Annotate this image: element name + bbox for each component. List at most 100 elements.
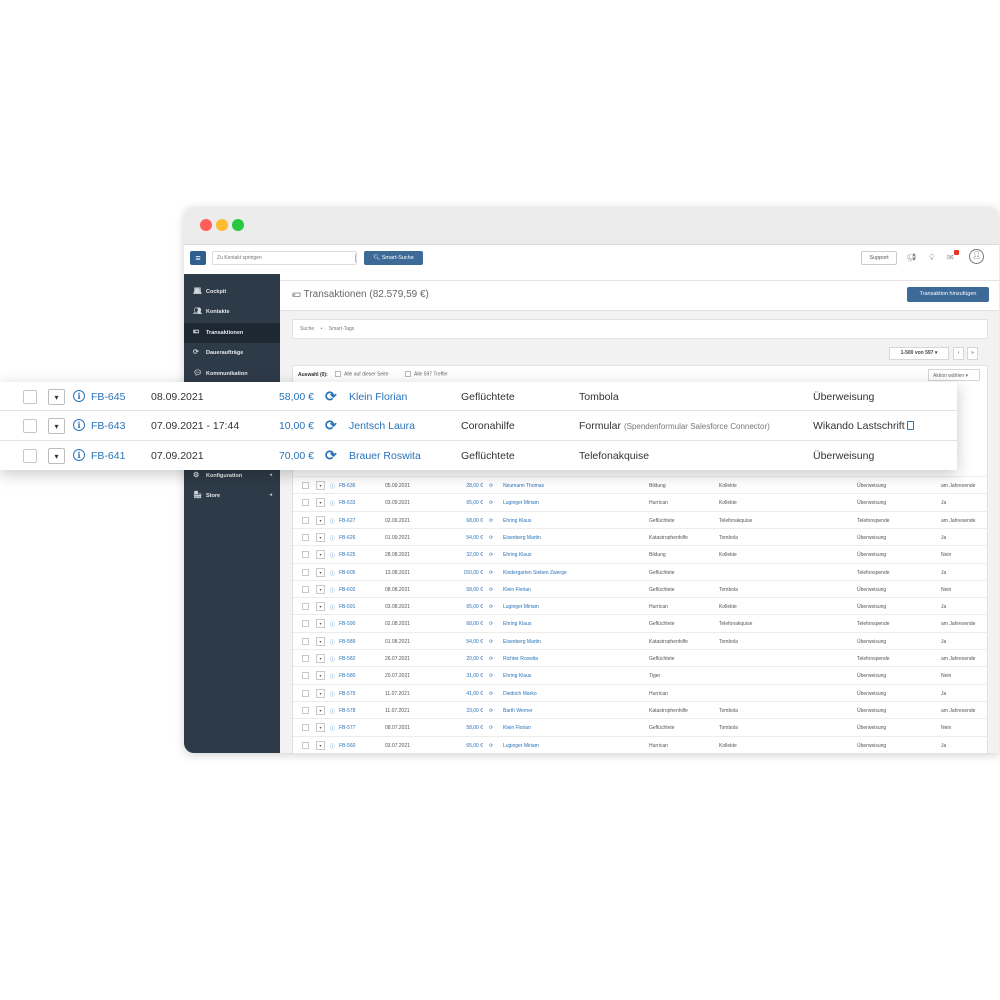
transaction-id-link[interactable]: FB-626 [339, 535, 355, 541]
sidebar-item-cockpit[interactable]: 💻︎ Cockpit [184, 282, 280, 302]
info-icon[interactable]: ⓘ [330, 552, 335, 559]
row-dropdown-button[interactable]: ▾ [316, 584, 325, 594]
row-checkbox[interactable] [302, 724, 309, 732]
select-page-checkbox[interactable]: Alle auf dieser Seite [335, 371, 388, 377]
transaction-id-link[interactable]: FB-577 [339, 725, 355, 731]
select-all-checkbox[interactable]: Alle 597 Treffer [405, 371, 448, 377]
transaction-id-link[interactable]: FB-643 [91, 420, 125, 432]
contact-name-link[interactable]: Ehring Klaus [503, 621, 531, 627]
table-row[interactable]: ▾ ⓘ FB-626 01.09.2021 54,00 € ⟳ Eisenberg Mart… [293, 527, 989, 545]
hamburger-icon[interactable]: ≡ [190, 251, 206, 265]
row-dropdown-button[interactable]: ▾ [316, 636, 325, 646]
row-dropdown-button[interactable]: ▾ [316, 515, 325, 525]
table-row[interactable]: ▾ ⓘ FB-580 20.07.2021 31,00 € ⟳ Ehring Klaus Ti… [293, 666, 989, 683]
info-icon[interactable]: ⓘ [330, 708, 335, 715]
row-dropdown-button[interactable]: ▾ [48, 389, 65, 405]
info-icon[interactable]: i [73, 448, 85, 461]
transaction-id-link[interactable]: FB-636 [339, 483, 355, 489]
contact-name-link[interactable]: Klein Florian [349, 391, 407, 403]
contact-name-link[interactable]: Ehring Klaus [503, 673, 531, 679]
highlighted-row[interactable]: ▾ i FB-643 07.09.2021 - 17:44 10,00 € ⟳ Jentsc… [0, 411, 957, 441]
lightbulb-icon[interactable]: 💡︎ [929, 253, 935, 263]
contact-name-link[interactable]: Klein Florian [503, 725, 531, 731]
info-icon[interactable]: ⓘ [330, 656, 335, 663]
info-icon[interactable]: ⓘ [330, 518, 335, 525]
add-transaction-button[interactable]: Transaktion hinzufügen [907, 287, 989, 302]
contact-name-link[interactable]: Eisenberg Martin [503, 639, 541, 645]
transaction-id-link[interactable]: FB-627 [339, 518, 355, 524]
table-row[interactable]: ▾ ⓘ FB-579 11.07.2021 41,00 € ⟳ Diedrich Marko… [293, 683, 989, 701]
transaction-id-link[interactable]: FB-641 [91, 450, 125, 462]
transaction-id-link[interactable]: FB-590 [339, 621, 355, 627]
info-icon[interactable]: ⓘ [330, 535, 335, 542]
row-dropdown-button[interactable]: ▾ [316, 671, 325, 681]
row-checkbox[interactable] [302, 603, 309, 611]
table-row[interactable]: ▾ ⓘ FB-602 08.08.2021 58,00 € ⟳ Klein Florian G… [293, 579, 989, 597]
row-dropdown-button[interactable]: ▾ [316, 619, 325, 629]
info-icon[interactable]: ⓘ [330, 483, 335, 490]
avatar[interactable]: 👤︎ [969, 249, 984, 264]
row-dropdown-button[interactable]: ▾ [316, 705, 325, 715]
row-checkbox[interactable] [302, 516, 309, 524]
transaction-id-link[interactable]: FB-579 [339, 691, 355, 697]
row-checkbox[interactable] [302, 689, 309, 697]
transaction-id-link[interactable]: FB-602 [339, 587, 355, 593]
info-icon[interactable]: ⓘ [330, 587, 335, 594]
table-row[interactable]: ▾ ⓘ FB-633 03.09.2021 65,00 € ⟳ Luginger Miria… [293, 493, 989, 510]
transaction-id-link[interactable]: FB-591 [339, 604, 355, 610]
row-checkbox[interactable] [23, 419, 37, 434]
contact-name-link[interactable]: Brauer Roswita [349, 450, 421, 462]
contact-name-link[interactable]: Neumann Thomas [503, 483, 544, 489]
transaction-id-link[interactable]: FB-582 [339, 656, 355, 662]
sidebar-item-transaktionen[interactable]: 💶︎ Transaktionen [184, 322, 280, 343]
tab-smart-tags[interactable]: Smart-Tags [329, 326, 355, 332]
contact-name-link[interactable]: Eisenberg Martin [503, 535, 541, 541]
row-checkbox[interactable] [23, 390, 37, 404]
contact-name-link[interactable]: Diedrich Marko [503, 691, 537, 697]
table-row[interactable]: ▾ ⓘ FB-636 05.09.2021 28,00 € ⟳ Neumann Thomas… [293, 476, 989, 493]
sidebar-item-kommunikation[interactable]: 💬︎ Kommunikation [184, 364, 280, 384]
table-row[interactable]: ▾ ⓘ FB-591 03.08.2021 65,00 € ⟳ Luginger Miria… [293, 597, 989, 614]
transaction-id-link[interactable]: FB-589 [339, 639, 355, 645]
action-select[interactable]: Aktion wählen ▾ [928, 369, 980, 381]
transaction-id-link[interactable]: FB-605 [339, 570, 355, 576]
contact-name-link[interactable]: Barth Werner [503, 708, 533, 714]
contact-name-link[interactable]: Kindergarten Sieben Zwerge [503, 570, 567, 576]
row-dropdown-button[interactable]: ▾ [316, 688, 325, 698]
close-window-button[interactable] [200, 219, 212, 231]
smart-search-button[interactable]: 🔍︎ Smart-Suche [364, 251, 423, 265]
info-icon[interactable]: ⓘ [330, 500, 335, 507]
notification-icon[interactable]: ✉ [947, 253, 954, 262]
support-button[interactable]: Support [861, 251, 897, 265]
table-row[interactable]: ▾ ⓘ FB-560 03.07.2021 65,00 € ⟳ Luginger Miria… [293, 735, 989, 753]
row-checkbox[interactable] [302, 499, 309, 507]
contact-name-link[interactable]: Jentsch Laura [349, 420, 415, 432]
jump-to-contact-input[interactable] [212, 251, 357, 265]
table-row[interactable]: ▾ ⓘ FB-578 11.07.2021 33,00 € ⟳ Barth Werner Ka… [293, 700, 989, 718]
table-row[interactable]: ▾ ⓘ FB-625 28.08.2021 32,00 € ⟳ Ehring Klaus Bi… [293, 545, 989, 562]
table-row[interactable]: ▾ ⓘ FB-589 01.08.2021 54,00 € ⟳ Eisenberg Mart… [293, 631, 989, 649]
info-icon[interactable]: i [73, 419, 85, 432]
table-row[interactable]: ▾ ⓘ FB-605 13.08.2021 150,00 € ⟳ Kindergarten … [293, 562, 989, 580]
row-checkbox[interactable] [23, 448, 37, 463]
highlighted-row[interactable]: ▾ i FB-645 08.09.2021 58,00 € ⟳ Klein Florian G… [0, 382, 957, 412]
contact-name-link[interactable]: Richter Roswita [503, 656, 538, 662]
transaction-id-link[interactable]: FB-578 [339, 708, 355, 714]
row-checkbox[interactable] [302, 533, 309, 541]
row-checkbox[interactable] [302, 551, 309, 559]
row-dropdown-button[interactable]: ▾ [316, 481, 325, 490]
transaction-id-link[interactable]: FB-633 [339, 500, 355, 506]
row-checkbox[interactable] [302, 706, 309, 714]
info-icon[interactable]: ⓘ [330, 604, 335, 611]
row-dropdown-button[interactable]: ▾ [316, 498, 325, 508]
transaction-id-link[interactable]: FB-560 [339, 743, 355, 749]
contact-name-link[interactable]: Luginger Miriam [503, 604, 539, 610]
row-dropdown-button[interactable]: ▾ [316, 532, 325, 542]
last-page-button[interactable]: » [967, 347, 978, 360]
row-checkbox[interactable] [302, 620, 309, 628]
row-dropdown-button[interactable]: ▾ [316, 550, 325, 560]
sidebar-item-kontakte[interactable]: 👥︎ Kontakte [184, 302, 280, 322]
info-icon[interactable]: ⓘ [330, 743, 335, 750]
table-row[interactable]: ▾ ⓘ FB-577 08.07.2021 58,00 € ⟳ Klein Florian G… [293, 718, 989, 735]
contact-name-link[interactable]: Ehring Klaus [503, 518, 531, 524]
